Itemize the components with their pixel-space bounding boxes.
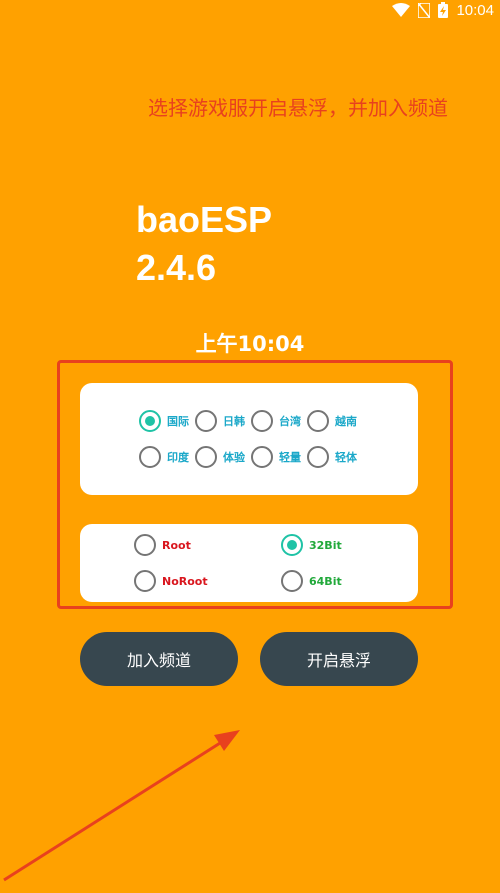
radio-button[interactable] — [139, 446, 161, 468]
no-sim-icon — [418, 2, 431, 18]
wifi-icon — [392, 3, 411, 17]
server-option-vn[interactable]: 越南 — [307, 410, 357, 432]
server-option-in[interactable]: 印度 — [139, 446, 189, 468]
status-bar: 10:04 — [0, 0, 500, 20]
option-noroot[interactable]: NoRoot — [134, 570, 208, 592]
server-option-label: 轻体 — [335, 451, 357, 464]
radio-button[interactable] — [307, 446, 329, 468]
server-option-label: 日韩 — [223, 415, 245, 428]
radio-button[interactable] — [139, 410, 161, 432]
server-selection-card: 国际 日韩 台湾 越南 印度 体验 轻量 轻体 — [80, 383, 418, 495]
server-option-tw[interactable]: 台湾 — [251, 410, 301, 432]
noroot-radio-button[interactable] — [134, 570, 156, 592]
server-option-intl[interactable]: 国际 — [139, 410, 189, 432]
server-option-lite[interactable]: 轻量 — [251, 446, 301, 468]
option-root[interactable]: Root — [134, 534, 191, 556]
root-radio-button[interactable] — [134, 534, 156, 556]
radio-button[interactable] — [307, 410, 329, 432]
root-option-label: Root — [162, 538, 191, 552]
server-option-label: 印度 — [167, 451, 189, 464]
64bit-radio-button[interactable] — [281, 570, 303, 592]
radio-button[interactable] — [195, 446, 217, 468]
status-time: 10:04 — [456, 1, 494, 19]
server-option-label: 体验 — [223, 451, 245, 464]
noroot-option-label: NoRoot — [162, 574, 208, 588]
32bit-option-label: 32Bit — [309, 538, 342, 552]
server-option-label: 国际 — [167, 415, 189, 428]
32bit-radio-button[interactable] — [281, 534, 303, 556]
radio-button[interactable] — [251, 410, 273, 432]
server-option-label: 轻量 — [279, 451, 301, 464]
server-option-light[interactable]: 轻体 — [307, 446, 357, 468]
radio-button[interactable] — [251, 446, 273, 468]
option-32bit[interactable]: 32Bit — [281, 534, 342, 556]
clock-text: 上午10:04 — [195, 332, 305, 356]
app-name: baoESP — [136, 199, 273, 240]
server-option-label: 越南 — [335, 415, 357, 428]
server-option-beta[interactable]: 体验 — [195, 446, 245, 468]
join-channel-button[interactable]: 加入频道 — [80, 632, 238, 686]
app-version: 2.4.6 — [136, 247, 217, 288]
radio-button[interactable] — [195, 410, 217, 432]
open-float-button[interactable]: 开启悬浮 — [260, 632, 418, 686]
option-64bit[interactable]: 64Bit — [281, 570, 342, 592]
hint-text: 选择游戏服开启悬浮，并加入频道 — [148, 96, 448, 120]
64bit-option-label: 64Bit — [309, 574, 342, 588]
battery-charging-icon — [438, 2, 449, 18]
server-option-label: 台湾 — [279, 415, 301, 428]
mode-selection-card: Root NoRoot 32Bit 64Bit — [80, 524, 418, 602]
server-option-jpkr[interactable]: 日韩 — [195, 410, 245, 432]
